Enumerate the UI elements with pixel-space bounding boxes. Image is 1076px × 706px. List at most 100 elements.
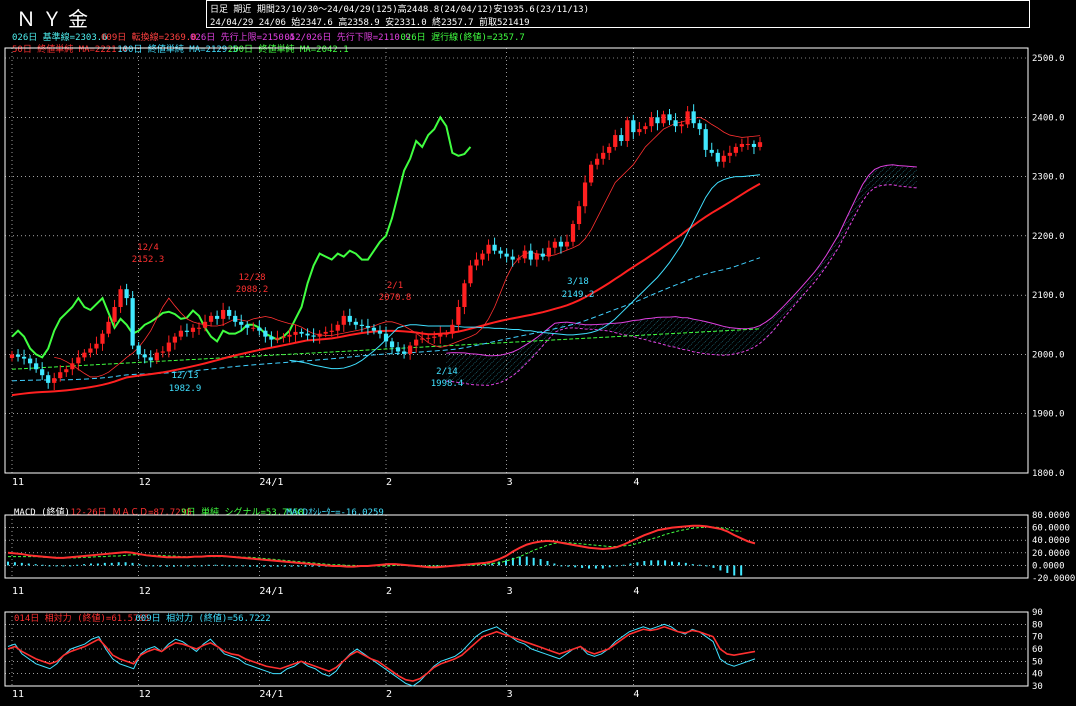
- macd-x-tick-0: 11: [12, 586, 24, 597]
- macd-osc-bar: [193, 565, 196, 567]
- macd-signal-line: [8, 526, 742, 567]
- macd-osc-bar: [27, 563, 30, 566]
- macd-osc-bar: [677, 562, 680, 566]
- candle-body: [269, 336, 274, 340]
- candle-body: [305, 333, 310, 336]
- candle-body: [480, 253, 485, 260]
- candle-body: [383, 333, 389, 342]
- macd-osc-bar: [90, 563, 92, 566]
- macd-osc-bar: [200, 565, 203, 567]
- macd-osc-bar: [622, 564, 625, 566]
- rsi-y-tick-0: 90: [1032, 608, 1043, 618]
- macd-osc-bar: [671, 561, 673, 566]
- macd-osc-bar: [242, 565, 245, 567]
- macd-osc-bar: [518, 556, 521, 566]
- macd-osc-bar: [166, 565, 169, 567]
- candle-body: [70, 363, 75, 370]
- candle-body: [15, 354, 21, 357]
- macd-osc-bar: [69, 565, 72, 567]
- macd-osc-bar: [262, 565, 265, 567]
- candle-body: [401, 351, 407, 354]
- candle-body: [148, 357, 153, 361]
- macd-osc-bar: [235, 565, 238, 567]
- candle-body: [251, 327, 256, 329]
- candle-body: [184, 330, 190, 332]
- candle-body: [649, 117, 654, 127]
- candle-body: [281, 336, 286, 338]
- candle-body: [34, 363, 39, 370]
- macd-osc-bar: [103, 562, 106, 566]
- candle-body: [311, 335, 316, 337]
- candle-body: [118, 289, 123, 307]
- candle-body: [643, 126, 648, 130]
- candle-body: [94, 343, 99, 349]
- candle-body: [468, 265, 473, 284]
- candle-body: [9, 354, 15, 358]
- candle-body: [347, 315, 352, 322]
- rsi-y-tick-1: 80: [1032, 620, 1043, 630]
- candle-body: [263, 330, 268, 337]
- candle-body: [27, 358, 33, 364]
- candle-body: [588, 164, 594, 183]
- macd-osc-bar: [297, 565, 300, 567]
- main-y-tick-7: 1800.0: [1032, 469, 1065, 479]
- main-y-tick-1: 2400.0: [1032, 113, 1065, 123]
- candle-body: [715, 152, 720, 162]
- candle-body: [414, 339, 419, 346]
- macd-osc-bar: [629, 563, 632, 566]
- annotation-value-5: 2149.2: [562, 290, 595, 300]
- candle-body: [275, 337, 280, 340]
- rsi-x-tick-2: 24/1: [259, 689, 283, 700]
- macd-osc-bar: [594, 565, 597, 569]
- main-y-tick-3: 2200.0: [1032, 232, 1065, 242]
- macd-osc-bar: [691, 564, 694, 566]
- macd-y-tick-3: 20.0000: [1032, 549, 1070, 559]
- candle-body: [607, 146, 612, 153]
- candle-body: [377, 330, 383, 334]
- macd-osc-bar: [588, 565, 590, 569]
- candle-body: [727, 152, 732, 156]
- candle-body: [546, 247, 551, 257]
- candle-body: [371, 327, 377, 331]
- candle-body: [492, 244, 497, 251]
- macd-osc-bar: [48, 565, 51, 567]
- candle-body: [697, 123, 702, 130]
- macd-osc-bar: [698, 564, 701, 566]
- rsi-x-tick-1: 12: [139, 689, 151, 700]
- annotation-value-2: 2088.2: [236, 285, 269, 295]
- macd-osc-bar: [7, 561, 9, 566]
- macd-osc-bar: [110, 562, 113, 566]
- candle-body: [142, 354, 147, 358]
- macd-y-tick-1: 60.0000: [1032, 524, 1070, 534]
- macd-osc-bar: [311, 565, 314, 567]
- rsi-x-tick-3: 2: [386, 689, 392, 700]
- candle-body: [124, 289, 129, 299]
- candle-body: [528, 250, 533, 260]
- main-y-tick-2: 2300.0: [1032, 173, 1065, 183]
- macd-osc-bar: [705, 565, 708, 567]
- macd-osc-bar: [13, 562, 16, 566]
- candle-body: [757, 142, 763, 147]
- main-y-tick-5: 2000.0: [1032, 350, 1065, 360]
- candle-body: [221, 309, 226, 319]
- candle-body: [576, 206, 582, 224]
- candle-body: [365, 325, 371, 328]
- macd-osc-bar: [304, 565, 307, 567]
- candle-body: [299, 331, 304, 334]
- main-x-tick-4: 3: [507, 477, 513, 488]
- macd-osc-bar: [684, 562, 687, 566]
- candle-body: [522, 250, 527, 259]
- macd-osc-bar: [608, 565, 611, 568]
- macd-line: [7, 524, 756, 569]
- candle-body: [21, 356, 27, 359]
- macd-y-tick-0: 80.0000: [1032, 511, 1070, 521]
- candle-body: [504, 253, 509, 257]
- candle-body: [245, 324, 250, 328]
- candle-body: [661, 114, 666, 124]
- main-x-tick-1: 12: [139, 477, 151, 488]
- chart-canvas: 2500.0 2400.0 2300.0 2200.0 2100.0 2000.0 1900…: [4, 47, 1075, 700]
- candle-body: [462, 283, 467, 307]
- macd-osc-bar: [581, 565, 584, 568]
- candle-body: [552, 241, 558, 248]
- macd-osc-bar: [733, 565, 736, 576]
